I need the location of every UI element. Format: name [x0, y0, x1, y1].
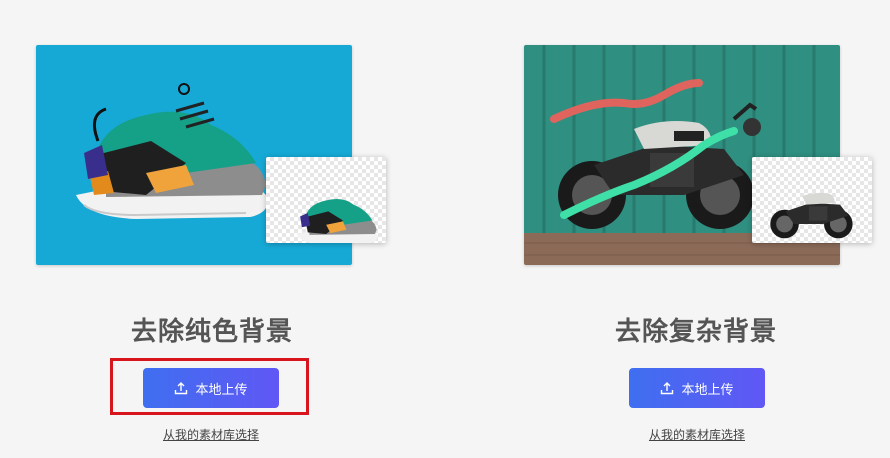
- select-from-library-link[interactable]: 从我的素材库选择: [111, 426, 311, 443]
- upload-button-label: 本地上传: [681, 382, 734, 398]
- solid-background-title: 去除纯色背景: [130, 317, 293, 347]
- upload-icon: [660, 381, 674, 395]
- sneaker-cutout-preview: [266, 157, 386, 243]
- local-upload-button[interactable]: 本地上传: [629, 368, 765, 408]
- upload-icon: [174, 381, 188, 395]
- complex-background-example-card: [524, 45, 872, 265]
- select-from-library-link[interactable]: 从我的素材库选择: [597, 426, 797, 443]
- complex-background-title: 去除复杂背景: [614, 317, 777, 347]
- motorcycle-cutout-preview: [752, 157, 872, 243]
- local-upload-button[interactable]: 本地上传: [143, 368, 279, 408]
- upload-button-label: 本地上传: [195, 382, 248, 398]
- solid-background-example-card: [36, 45, 386, 265]
